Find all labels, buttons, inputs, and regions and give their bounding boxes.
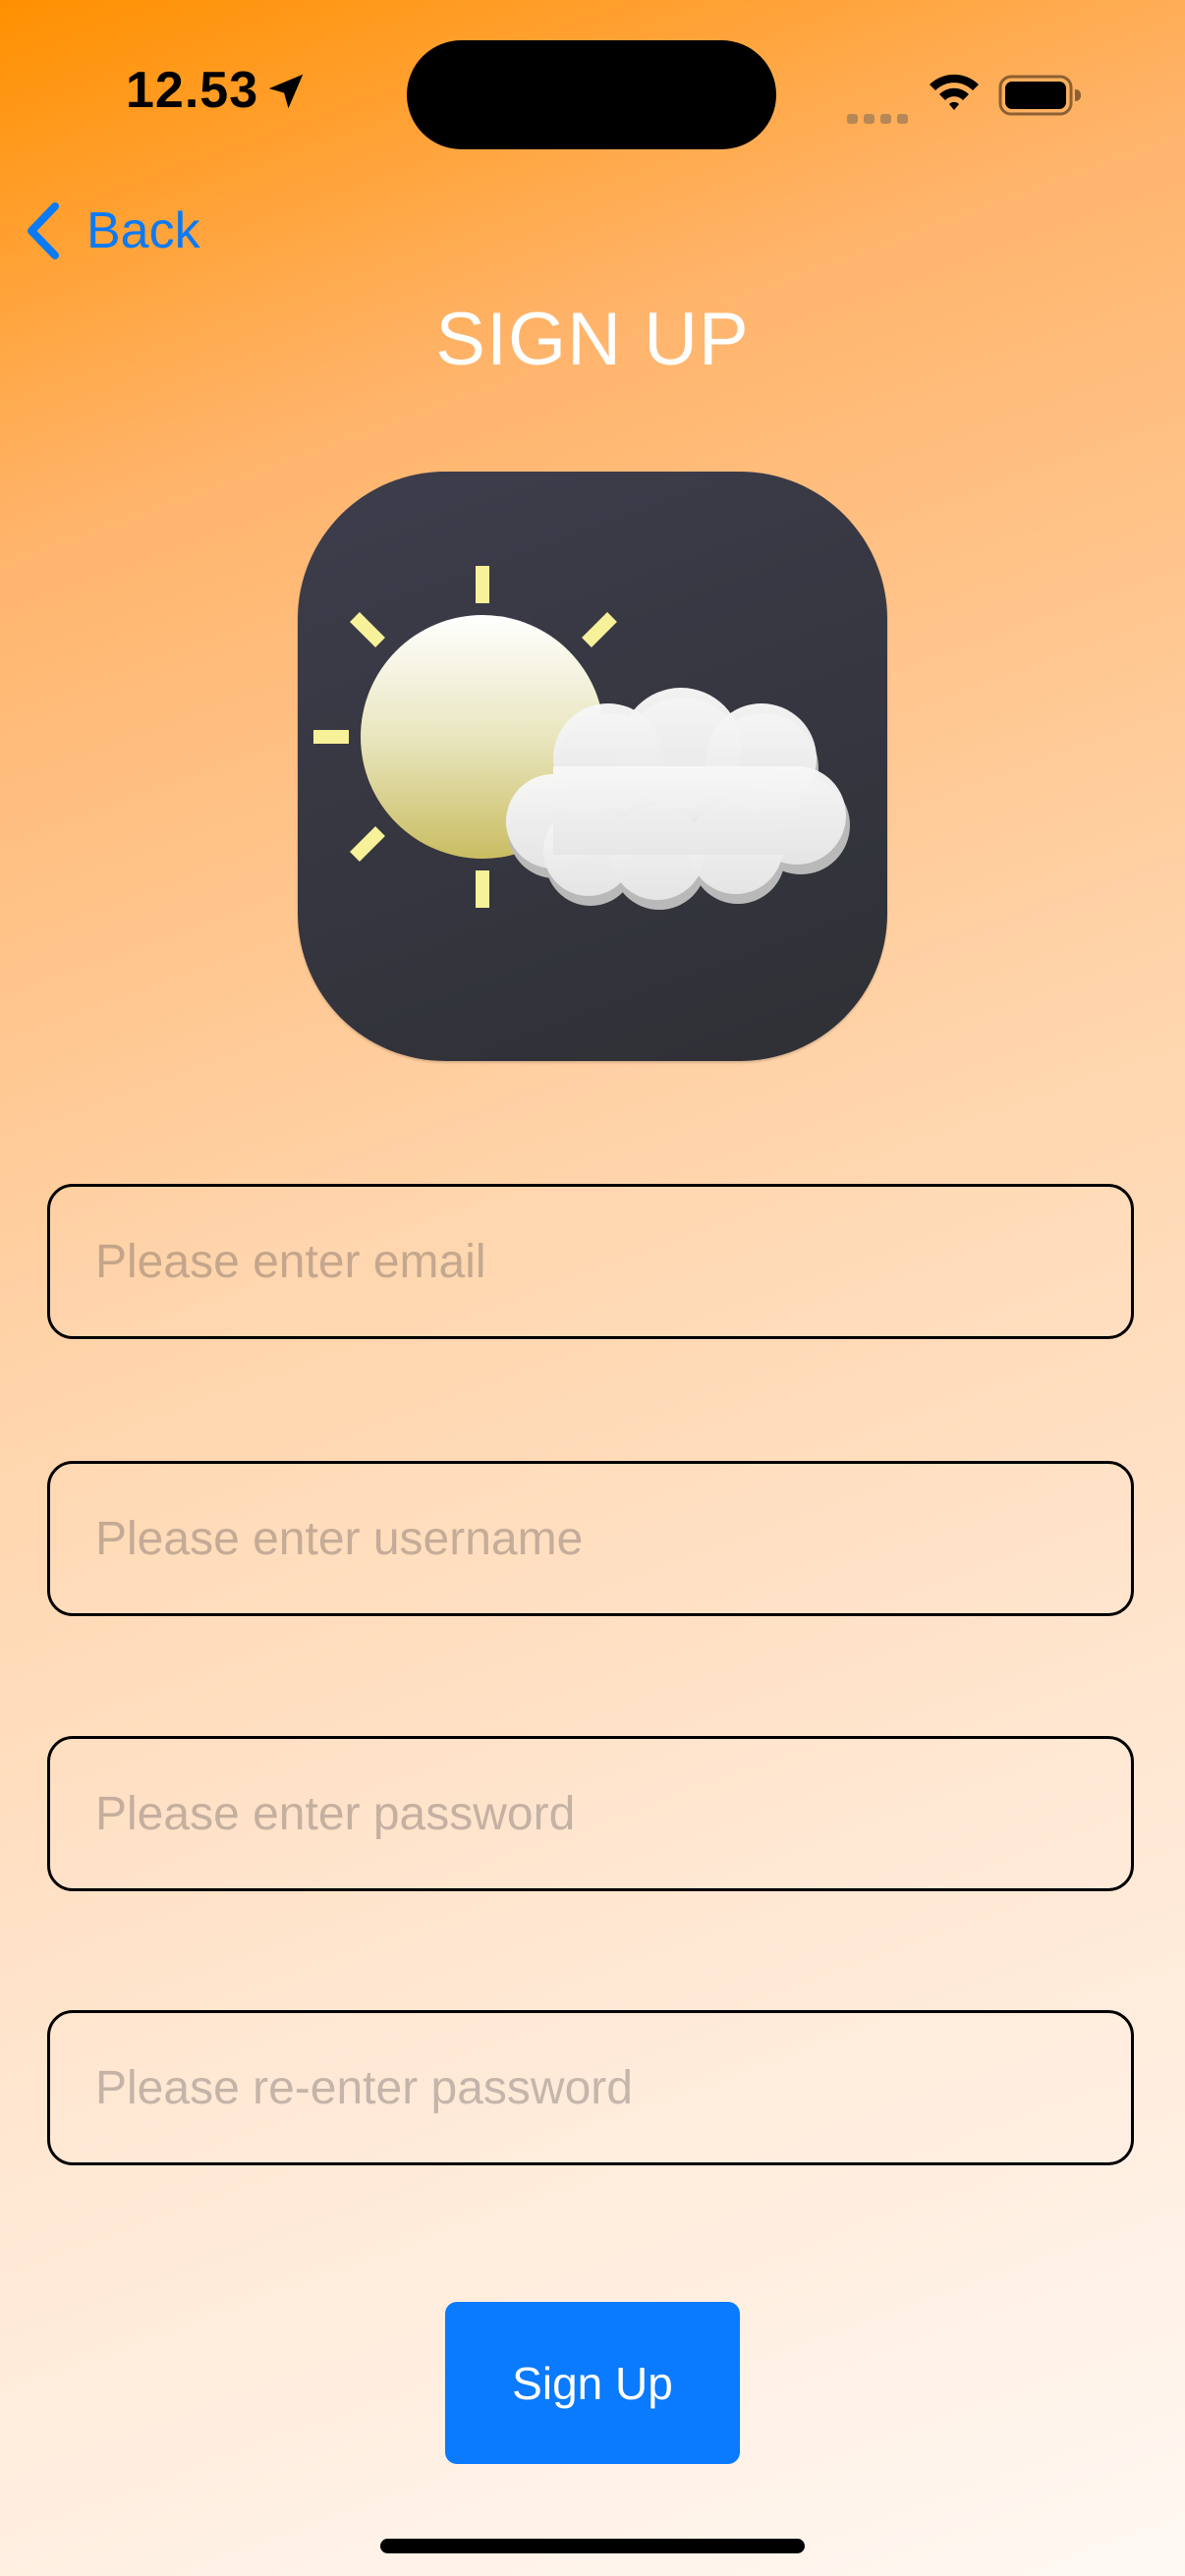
home-indicator bbox=[380, 2539, 805, 2553]
app-logo bbox=[298, 472, 887, 1061]
back-button[interactable]: Back bbox=[20, 195, 200, 267]
page-title: SIGN UP bbox=[435, 298, 750, 381]
username-field[interactable] bbox=[47, 1461, 1134, 1616]
wifi-icon bbox=[930, 74, 979, 110]
password-field[interactable] bbox=[47, 1736, 1134, 1891]
cellular-signal-icon bbox=[847, 114, 908, 124]
status-time: 12.53 bbox=[126, 62, 259, 119]
battery-icon bbox=[998, 75, 1081, 116]
sign-up-button[interactable]: Sign Up bbox=[445, 2302, 740, 2464]
confirm-password-field[interactable] bbox=[47, 2010, 1134, 2165]
chevron-left-icon bbox=[28, 202, 59, 259]
dynamic-island bbox=[407, 40, 776, 149]
location-arrow-icon bbox=[268, 74, 304, 109]
sun-cloud-weather-icon bbox=[313, 566, 850, 910]
email-field[interactable] bbox=[47, 1184, 1134, 1339]
back-label: Back bbox=[86, 202, 200, 259]
